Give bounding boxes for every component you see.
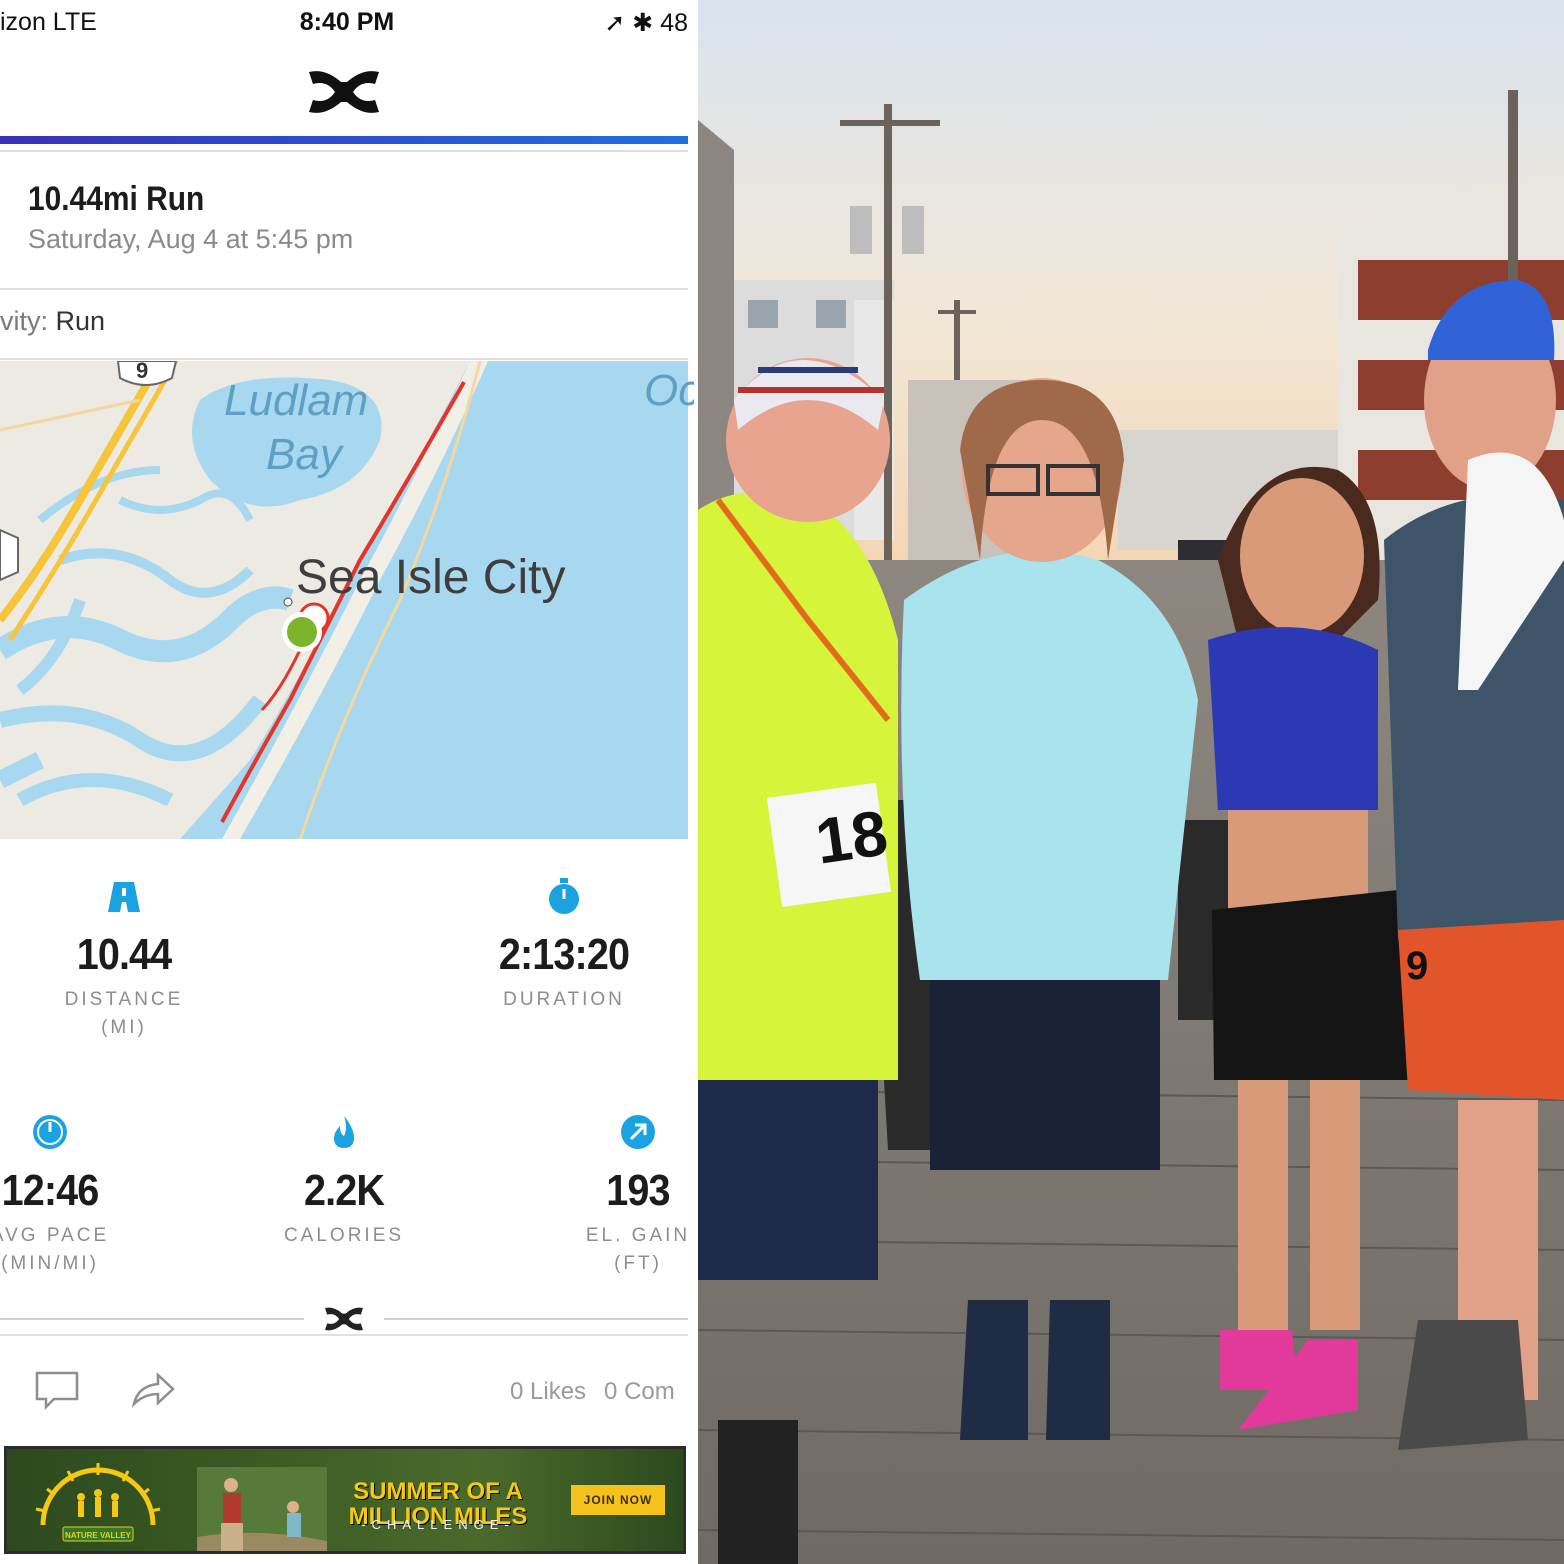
- map-label-ocean: Oc: [644, 366, 694, 415]
- stat-distance[interactable]: 10.44 DISTANCE (MI): [24, 876, 224, 1042]
- map-label-bay-2: Bay: [266, 430, 342, 479]
- road-icon: [108, 882, 140, 912]
- stat-duration[interactable]: 2:13:20 DURATION: [464, 876, 664, 1014]
- comment-icon[interactable]: [34, 1370, 80, 1410]
- elevation-gain-value: 193: [606, 1166, 670, 1215]
- ad-headline-line1: SUMMER OF A: [353, 1478, 523, 1505]
- distance-value: 10.44: [76, 930, 172, 979]
- race-bib-number: 18: [811, 796, 892, 878]
- elevation-gain-label: EL. GAIN: [585, 1225, 691, 1246]
- distance-label: DISTANCE: [64, 989, 184, 1010]
- social-counts: 0 Likes 0 Com: [510, 1378, 675, 1406]
- elevation-arrow-icon: [621, 1115, 655, 1149]
- comments-count[interactable]: 0 Com: [604, 1378, 675, 1405]
- stopwatch-icon: [549, 878, 579, 914]
- likes-count[interactable]: 0 Likes: [510, 1378, 586, 1405]
- ad-family-photo: [197, 1467, 327, 1551]
- avg-pace-value: 12:46: [1, 1166, 100, 1215]
- stat-avg-pace[interactable]: 12:46 AVG PACE (MIN/MI): [0, 1112, 150, 1278]
- pace-gauge-icon: [33, 1115, 67, 1149]
- activity-type-value: Run: [55, 306, 106, 336]
- duration-label: DURATION: [503, 989, 625, 1010]
- status-icons: ➚ ✱ 48: [604, 9, 688, 37]
- header-accent-bar: [0, 136, 688, 144]
- divider: [0, 1318, 304, 1320]
- stat-elevation-gain[interactable]: 193 EL. GAIN (FT): [538, 1112, 694, 1278]
- avg-pace-unit: (MIN/MI): [1, 1253, 99, 1274]
- share-icon[interactable]: [130, 1370, 176, 1410]
- group-photo: 18 9: [698, 0, 1564, 1564]
- ad-subline: -CHALLENGE-: [361, 1517, 515, 1532]
- elevation-gain-unit: (FT): [614, 1253, 662, 1274]
- ad-brand-text: NATURE VALLEY: [65, 1531, 132, 1540]
- divider: [0, 1334, 688, 1336]
- map-label-bay: Ludlam: [224, 376, 369, 425]
- workout-date: Saturday, Aug 4 at 5:45 pm: [28, 224, 354, 254]
- clock: 8:40 PM: [299, 8, 395, 36]
- divider: [384, 1318, 688, 1320]
- divider: [0, 150, 688, 152]
- activity-type-label: vity:: [0, 306, 49, 336]
- activity-type-row: vity: Run: [0, 306, 105, 337]
- divider: [0, 358, 688, 360]
- workout-title[interactable]: 10.44mi Run: [28, 180, 204, 219]
- status-bar: izon LTE 8:40 PM ➚ ✱ 48: [0, 0, 694, 46]
- calories-value: 2.2K: [303, 1166, 385, 1215]
- ad-banner[interactable]: NATURE VALLEY SUMMER OF A MILLION MILES …: [4, 1446, 686, 1554]
- group-photo-illustration: [698, 0, 1564, 1564]
- race-bib-partial-number: 9: [1406, 944, 1429, 988]
- calories-label: CALORIES: [283, 1225, 405, 1246]
- stat-calories[interactable]: 2.2K CALORIES: [244, 1112, 444, 1250]
- ad-join-now-button[interactable]: JOIN NOW: [571, 1485, 665, 1515]
- under-armour-logo-icon[interactable]: [305, 68, 383, 116]
- workout-app-screen: izon LTE 8:40 PM ➚ ✱ 48 10.44mi Run Satu…: [0, 0, 694, 1564]
- route-9-shield-label: 9: [136, 361, 149, 383]
- map-label-city: Sea Isle City: [296, 551, 566, 604]
- distance-unit: (MI): [101, 1017, 147, 1038]
- duration-value: 2:13:20: [498, 930, 630, 979]
- under-armour-small-logo-icon: [325, 1307, 363, 1331]
- divider: [0, 288, 688, 290]
- nature-valley-logo-icon: NATURE VALLEY: [35, 1463, 161, 1542]
- flame-icon: [334, 1116, 354, 1148]
- avg-pace-label: AVG PACE: [0, 1225, 110, 1246]
